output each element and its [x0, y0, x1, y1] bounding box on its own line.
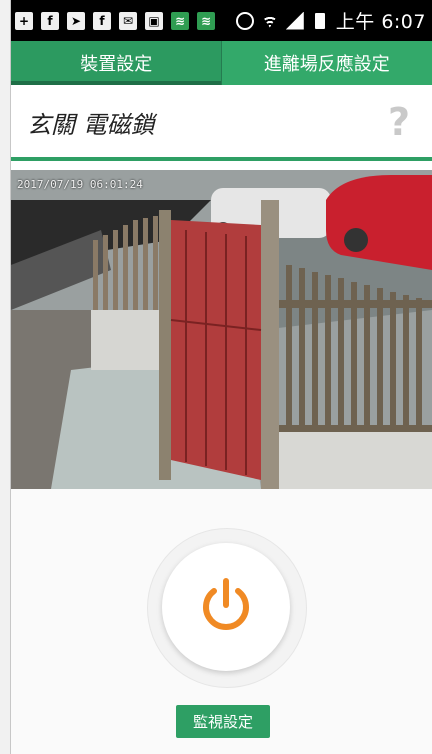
- facebook-icon: f: [93, 11, 111, 30]
- status-icons: + f ➤ f ✉ ▣ ≋ ≋: [11, 11, 215, 30]
- alarm-icon: [235, 11, 254, 30]
- camera-image: [11, 170, 432, 489]
- tab-device-settings[interactable]: 裝置設定: [11, 41, 222, 85]
- wifi-app-icon: ≋: [171, 11, 189, 30]
- tab-label: 進離場反應設定: [263, 54, 390, 75]
- send-icon: ➤: [67, 11, 85, 30]
- tab-arrival-departure-settings[interactable]: 進離場反應設定: [221, 41, 432, 85]
- device-header: 玄關 電磁鎖 ?: [11, 85, 432, 159]
- power-button[interactable]: [162, 543, 290, 671]
- camera-feed[interactable]: 2017/07/19 06:01:24: [11, 170, 432, 489]
- add-box-icon: +: [15, 11, 33, 30]
- monitor-settings-button[interactable]: 監視設定: [176, 705, 270, 738]
- tab-bar: 裝置設定 進離場反應設定: [11, 41, 432, 85]
- help-icon[interactable]: ?: [388, 100, 410, 144]
- status-time: 上午 6:07: [335, 11, 426, 33]
- signal-icon: [286, 12, 304, 30]
- mail-icon: ✉: [119, 11, 137, 30]
- tab-divider: [221, 41, 222, 85]
- battery-icon: [311, 12, 329, 30]
- camera-timestamp: 2017/07/19 06:01:24: [17, 178, 143, 191]
- power-icon: [203, 578, 249, 630]
- app-screen: + f ➤ f ✉ ▣ ≋ ≋ 上午 6:07 裝置設定 進離場反應設定 玄關 …: [0, 0, 432, 754]
- tab-label: 裝置設定: [80, 54, 153, 75]
- image-icon: ▣: [145, 11, 163, 30]
- wifi-app-icon: ≋: [197, 11, 215, 30]
- left-edge: [0, 0, 11, 754]
- status-right: 上午 6:07: [235, 7, 432, 34]
- status-bar: + f ➤ f ✉ ▣ ≋ ≋ 上午 6:07: [11, 0, 432, 41]
- wifi-icon: [261, 12, 279, 30]
- header-divider: [11, 157, 432, 161]
- facebook-icon: f: [41, 11, 59, 30]
- device-title: 玄關 電磁鎖: [27, 110, 155, 139]
